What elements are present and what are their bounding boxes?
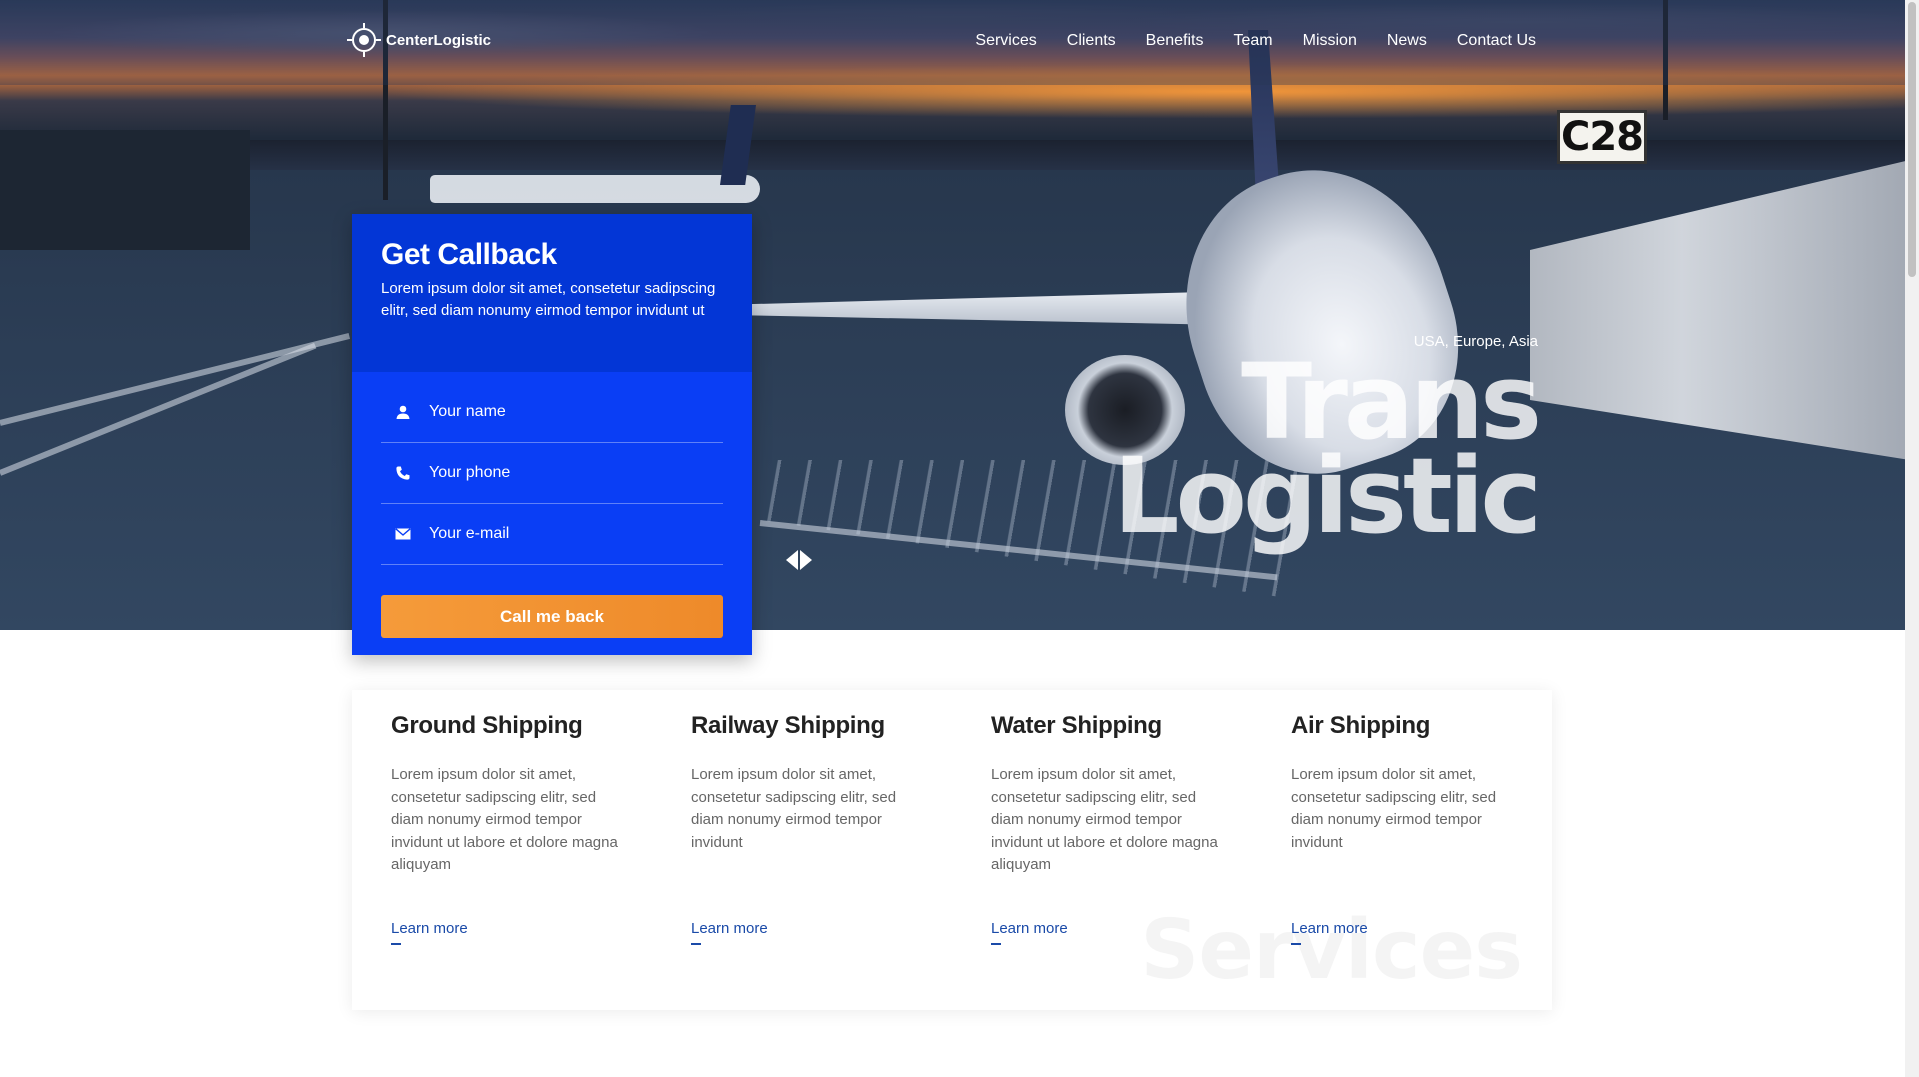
email-input[interactable] — [429, 525, 709, 543]
arrow-right-icon[interactable] — [800, 550, 812, 570]
service-description: Lorem ipsum dolor sit amet, consetetur s… — [391, 766, 618, 873]
nav-link-services[interactable]: Services — [975, 32, 1036, 50]
service-title: Railway Shipping — [691, 712, 885, 739]
learn-more-link[interactable]: Learn more — [1291, 920, 1368, 937]
service-description: Lorem ipsum dolor sit amet, consetetur s… — [691, 766, 897, 851]
link-underline — [391, 943, 401, 945]
callback-form: Call me back — [352, 372, 752, 638]
brand-logo[interactable]: CenterLogistic — [347, 23, 492, 57]
service-card-ground: Ground Shipping Lorem ipsum dolor sit am… — [391, 712, 621, 945]
hero-title-line2: Logistic — [1113, 435, 1542, 557]
service-card-water: Water Shipping Lorem ipsum dolor sit ame… — [991, 712, 1221, 945]
hero-title: Trans Logistic — [1113, 350, 1542, 557]
link-underline — [691, 943, 701, 945]
service-title: Water Shipping — [991, 712, 1162, 739]
nav-link-benefits[interactable]: Benefits — [1146, 32, 1204, 50]
brand-name: CenterLogistic — [386, 31, 492, 49]
service-title: Air Shipping — [1291, 712, 1431, 739]
call-me-back-button[interactable]: Call me back — [381, 595, 723, 638]
top-navbar: CenterLogistic Services Clients Benefits… — [0, 0, 1905, 85]
nav-link-contact[interactable]: Contact Us — [1457, 32, 1536, 50]
learn-more-link[interactable]: Learn more — [991, 920, 1068, 937]
slider-arrows — [786, 550, 812, 570]
service-card-air: Air Shipping Lorem ipsum dolor sit amet,… — [1291, 712, 1521, 945]
service-title: Ground Shipping — [391, 712, 583, 739]
phone-icon — [393, 463, 413, 483]
service-description: Lorem ipsum dolor sit amet, consetetur s… — [991, 766, 1218, 873]
scrollbar-thumb[interactable] — [1908, 2, 1916, 277]
services-watermark: Services — [1140, 903, 1523, 998]
link-underline — [1291, 943, 1301, 945]
service-description: Lorem ipsum dolor sit amet, consetetur s… — [1291, 766, 1497, 851]
callback-title: Get Callback — [381, 238, 557, 271]
callback-header: Get Callback Lorem ipsum dolor sit amet,… — [352, 214, 752, 372]
name-input[interactable] — [429, 403, 709, 421]
target-icon — [347, 23, 381, 57]
service-card-railway: Railway Shipping Lorem ipsum dolor sit a… — [691, 712, 921, 945]
page-scrollbar[interactable] — [1905, 0, 1919, 1077]
services-section: Services Ground Shipping Lorem ipsum dol… — [352, 690, 1552, 1010]
nav-link-mission[interactable]: Mission — [1303, 32, 1357, 50]
main-nav: Services Clients Benefits Team Mission N… — [975, 32, 1536, 50]
link-underline — [991, 943, 1001, 945]
callback-description: Lorem ipsum dolor sit amet, consetetur s… — [381, 280, 716, 319]
email-field-row — [381, 504, 723, 565]
hero-banner: C28 USA, Europe, Asia Trans Logistic — [0, 0, 1905, 630]
nav-link-team[interactable]: Team — [1233, 32, 1272, 50]
user-icon — [393, 402, 413, 422]
phone-field-row — [381, 443, 723, 504]
gate-sign: C28 — [1557, 110, 1647, 164]
nav-link-news[interactable]: News — [1387, 32, 1427, 50]
phone-input[interactable] — [429, 464, 709, 482]
envelope-icon — [393, 524, 413, 544]
nav-link-clients[interactable]: Clients — [1067, 32, 1116, 50]
hero-terminal — [0, 130, 250, 250]
callback-panel: Get Callback Lorem ipsum dolor sit amet,… — [352, 214, 752, 655]
name-field-row — [381, 382, 723, 443]
arrow-left-icon[interactable] — [786, 550, 798, 570]
hero-background-plane — [430, 175, 760, 203]
learn-more-link[interactable]: Learn more — [391, 920, 468, 937]
learn-more-link[interactable]: Learn more — [691, 920, 768, 937]
